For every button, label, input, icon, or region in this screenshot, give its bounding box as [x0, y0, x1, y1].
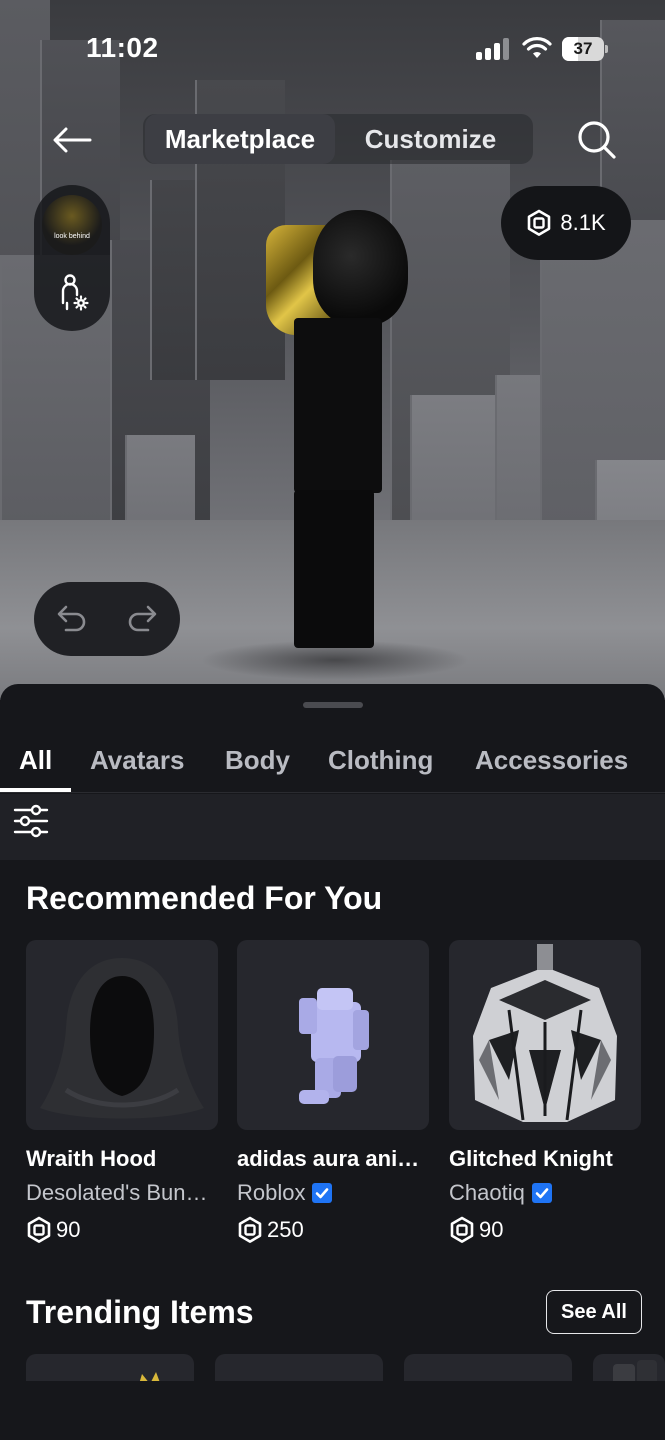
- tab-accessories[interactable]: Accessories: [475, 730, 628, 790]
- avatar-thumbnail[interactable]: look behind: [42, 195, 102, 255]
- verified-badge-icon: [312, 1183, 333, 1203]
- robux-icon: [528, 209, 551, 236]
- tab-marketplace[interactable]: Marketplace: [145, 114, 335, 164]
- robux-balance-chip[interactable]: 8.1K: [501, 186, 631, 260]
- filter-sliders-icon[interactable]: [12, 802, 50, 840]
- sheet-bottom-area: [0, 1381, 665, 1440]
- item-name: adidas aura ani…: [237, 1146, 420, 1171]
- item-creator[interactable]: Desolated's Bun…: [26, 1180, 218, 1206]
- item-creator[interactable]: Chaotiq: [449, 1180, 641, 1206]
- arrow-left-icon: [53, 127, 92, 153]
- item-thumbnail-glitched-knight: [449, 940, 641, 1130]
- item-price-value: 90: [479, 1217, 504, 1242]
- wifi-icon: [522, 37, 552, 58]
- see-all-button[interactable]: See All: [546, 1290, 642, 1334]
- tab-all[interactable]: All: [19, 730, 52, 790]
- item-price-value: 90: [56, 1217, 81, 1242]
- item-creator-name: Desolated's Bun…: [26, 1180, 208, 1205]
- filter-bar: [0, 794, 665, 860]
- robux-icon: [450, 1216, 474, 1243]
- item-card[interactable]: Glitched Knight Chaotiq 90: [449, 940, 641, 1244]
- tab-body[interactable]: Body: [225, 730, 290, 790]
- item-name: Glitched Knight: [449, 1146, 613, 1171]
- tabs-divider: [0, 792, 665, 793]
- robux-balance-value: 8.1K: [560, 210, 606, 235]
- item-price: 90: [26, 1216, 218, 1244]
- avatar-thumbnail-caption: look behind: [54, 233, 90, 240]
- avatar-settings-icon[interactable]: [56, 273, 90, 313]
- status-time: 11:02: [86, 32, 159, 63]
- search-icon[interactable]: [574, 117, 620, 163]
- avatar-switcher-pill: look behind: [34, 185, 110, 331]
- battery-icon: 37: [562, 37, 608, 61]
- trending-title: Trending Items: [26, 1294, 254, 1330]
- tab-customize[interactable]: Customize: [343, 114, 518, 164]
- cellular-signal-icon: [476, 38, 510, 60]
- item-creator-name: Roblox: [237, 1180, 306, 1205]
- recommended-title: Recommended For You: [26, 880, 383, 916]
- item-price: 250: [237, 1216, 429, 1244]
- status-bar: 11:02 37: [0, 0, 665, 100]
- tab-avatars[interactable]: Avatars: [90, 730, 184, 790]
- item-price: 90: [449, 1216, 641, 1244]
- redo-icon[interactable]: [126, 604, 158, 634]
- item-creator[interactable]: Roblox: [237, 1180, 429, 1206]
- back-button[interactable]: [48, 118, 96, 162]
- item-thumbnail-adidas-aura: [237, 940, 429, 1130]
- battery-level: 37: [573, 39, 593, 58]
- avatar-figure: [258, 210, 418, 650]
- item-card[interactable]: Wraith Hood Desolated's Bun… 90: [26, 940, 218, 1244]
- item-card[interactable]: adidas aura ani… Roblox 250: [237, 940, 429, 1244]
- undo-icon[interactable]: [56, 604, 88, 634]
- tab-clothing[interactable]: Clothing: [328, 730, 433, 790]
- robux-icon: [27, 1216, 51, 1243]
- item-creator-name: Chaotiq: [449, 1180, 525, 1205]
- item-price-value: 250: [267, 1217, 304, 1242]
- robux-icon: [238, 1216, 262, 1243]
- sheet-drag-handle[interactable]: [303, 702, 363, 708]
- item-name: Wraith Hood: [26, 1146, 157, 1171]
- category-tabs: All Avatars Body Clothing Accessories: [0, 730, 665, 794]
- item-thumbnail-wraith-hood: [26, 940, 218, 1130]
- undo-redo-controls: [34, 582, 180, 656]
- marketplace-sheet: All Avatars Body Clothing Accessories Re…: [0, 684, 665, 1440]
- marketplace-customize-switcher: Marketplace Customize: [143, 114, 533, 164]
- verified-badge-icon: [531, 1183, 552, 1203]
